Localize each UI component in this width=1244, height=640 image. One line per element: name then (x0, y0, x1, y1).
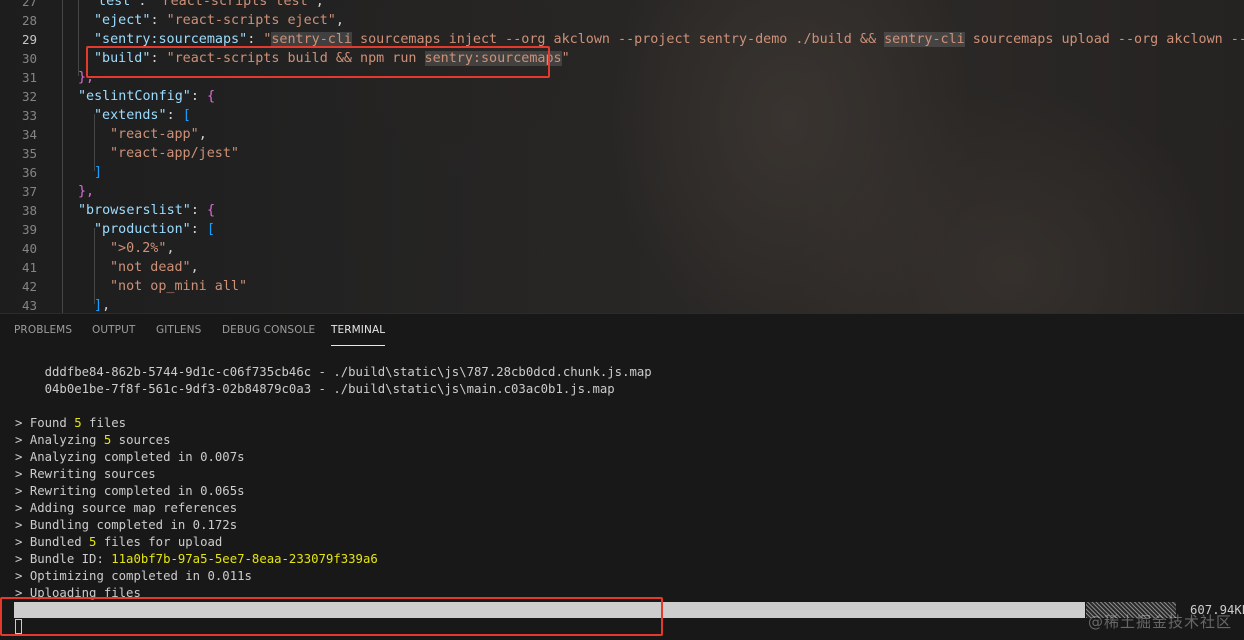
line-number: 42 (21, 279, 37, 294)
code-text: "production": [ (94, 222, 215, 237)
line-number: 43 (21, 298, 37, 313)
code-line[interactable]: 37}, (0, 182, 1244, 201)
code-text: "extends": [ (94, 108, 191, 123)
code-text: ], (94, 298, 111, 313)
tab-debug-console[interactable]: DEBUG CONSOLE (222, 324, 315, 336)
code-text: "react-app", (110, 127, 207, 142)
code-text: "browserslist": { (78, 203, 216, 218)
code-line[interactable]: 36] (0, 163, 1244, 182)
code-text: "eject": "react-scripts eject", (94, 13, 344, 28)
tab-problems[interactable]: PROBLEMS (14, 324, 72, 336)
code-text: }, (78, 184, 95, 199)
code-line[interactable]: 34 "react-app", (0, 125, 1244, 144)
terminal-step-line: > Found 5 files (15, 416, 127, 430)
bottom-panel: PROBLEMS OUTPUT GITLENS DEBUG CONSOLE TE… (0, 313, 1244, 640)
line-number: 41 (21, 260, 37, 275)
code-line[interactable]: 43], (0, 296, 1244, 313)
line-number: 37 (21, 184, 37, 199)
progress-highlight (0, 597, 663, 636)
code-text: "not dead", (110, 260, 199, 275)
code-line[interactable]: 33 "extends": [ (0, 106, 1244, 125)
code-editor[interactable]: 27 "test": "react-scripts test", 28 "eject"… (0, 0, 1244, 313)
line-number: 33 (21, 108, 37, 123)
code-line[interactable]: 35 "react-app/jest" (0, 144, 1244, 163)
line-number: 27 (21, 0, 37, 9)
watermark: @稀土掘金技术社区 (1087, 613, 1232, 631)
build-script-highlight (86, 46, 550, 78)
code-text: "test": "react-scripts test", (90, 0, 324, 9)
tab-terminal[interactable]: TERMINAL (331, 324, 386, 346)
code-line[interactable]: 27 "test": "react-scripts test", (0, 0, 1244, 11)
line-number: 40 (21, 241, 37, 256)
terminal-map-line: 04b0e1be-7f8f-561c-9df3-02b84879c0a3 - .… (15, 382, 615, 396)
terminal-step-line: > Bundle ID: 11a0bf7b-97a5-5ee7-8eaa-233… (15, 552, 378, 566)
tab-gitlens[interactable]: GITLENS (156, 324, 201, 336)
code-text: "react-app/jest" (110, 146, 239, 161)
line-number: 39 (21, 222, 37, 237)
line-number: 36 (21, 165, 37, 180)
terminal-step-line: > Rewriting sources (15, 467, 156, 481)
code-line[interactable]: 42 "not op_mini all" (0, 277, 1244, 296)
code-text: "not op_mini all" (110, 279, 248, 294)
line-number: 32 (21, 89, 37, 104)
code-line[interactable]: 41 "not dead", (0, 258, 1244, 277)
code-text: ">0.2%", (110, 241, 175, 256)
code-line[interactable]: 32 "eslintConfig": { (0, 87, 1244, 106)
code-line[interactable]: 39 "production": [ (0, 220, 1244, 239)
terminal-step-line: > Adding source map references (15, 501, 238, 515)
line-number: 38 (21, 203, 37, 218)
terminal-step-line: > Bundling completed in 0.172s (15, 518, 238, 532)
line-number: 34 (21, 127, 37, 142)
line-number: 28 (21, 13, 37, 28)
line-number: 30 (21, 51, 37, 66)
terminal-map-line: dddfbe84-862b-5744-9d1c-c06f735cb46c - .… (15, 365, 652, 379)
code-line[interactable]: 38 "browserslist": { (0, 201, 1244, 220)
code-text: ] (94, 165, 103, 180)
terminal-step-line: > Analyzing 5 sources (15, 433, 171, 447)
line-number: 29 (21, 32, 37, 47)
code-line[interactable]: 28 "eject": "react-scripts eject", (0, 11, 1244, 30)
terminal-step-line: > Rewriting completed in 0.065s (15, 484, 245, 498)
terminal-step-line: > Bundled 5 files for upload (15, 535, 223, 549)
terminal-step-line: > Optimizing completed in 0.011s (15, 569, 252, 583)
line-number: 35 (21, 146, 37, 161)
code-text: "eslintConfig": { (78, 89, 216, 104)
code-line[interactable]: 40 ">0.2%", (0, 239, 1244, 258)
panel-tabs: PROBLEMS OUTPUT GITLENS DEBUG CONSOLE TE… (0, 314, 1244, 347)
tab-output[interactable]: OUTPUT (92, 324, 135, 336)
terminal-step-line: > Analyzing completed in 0.007s (15, 450, 245, 464)
line-number: 31 (21, 70, 37, 85)
